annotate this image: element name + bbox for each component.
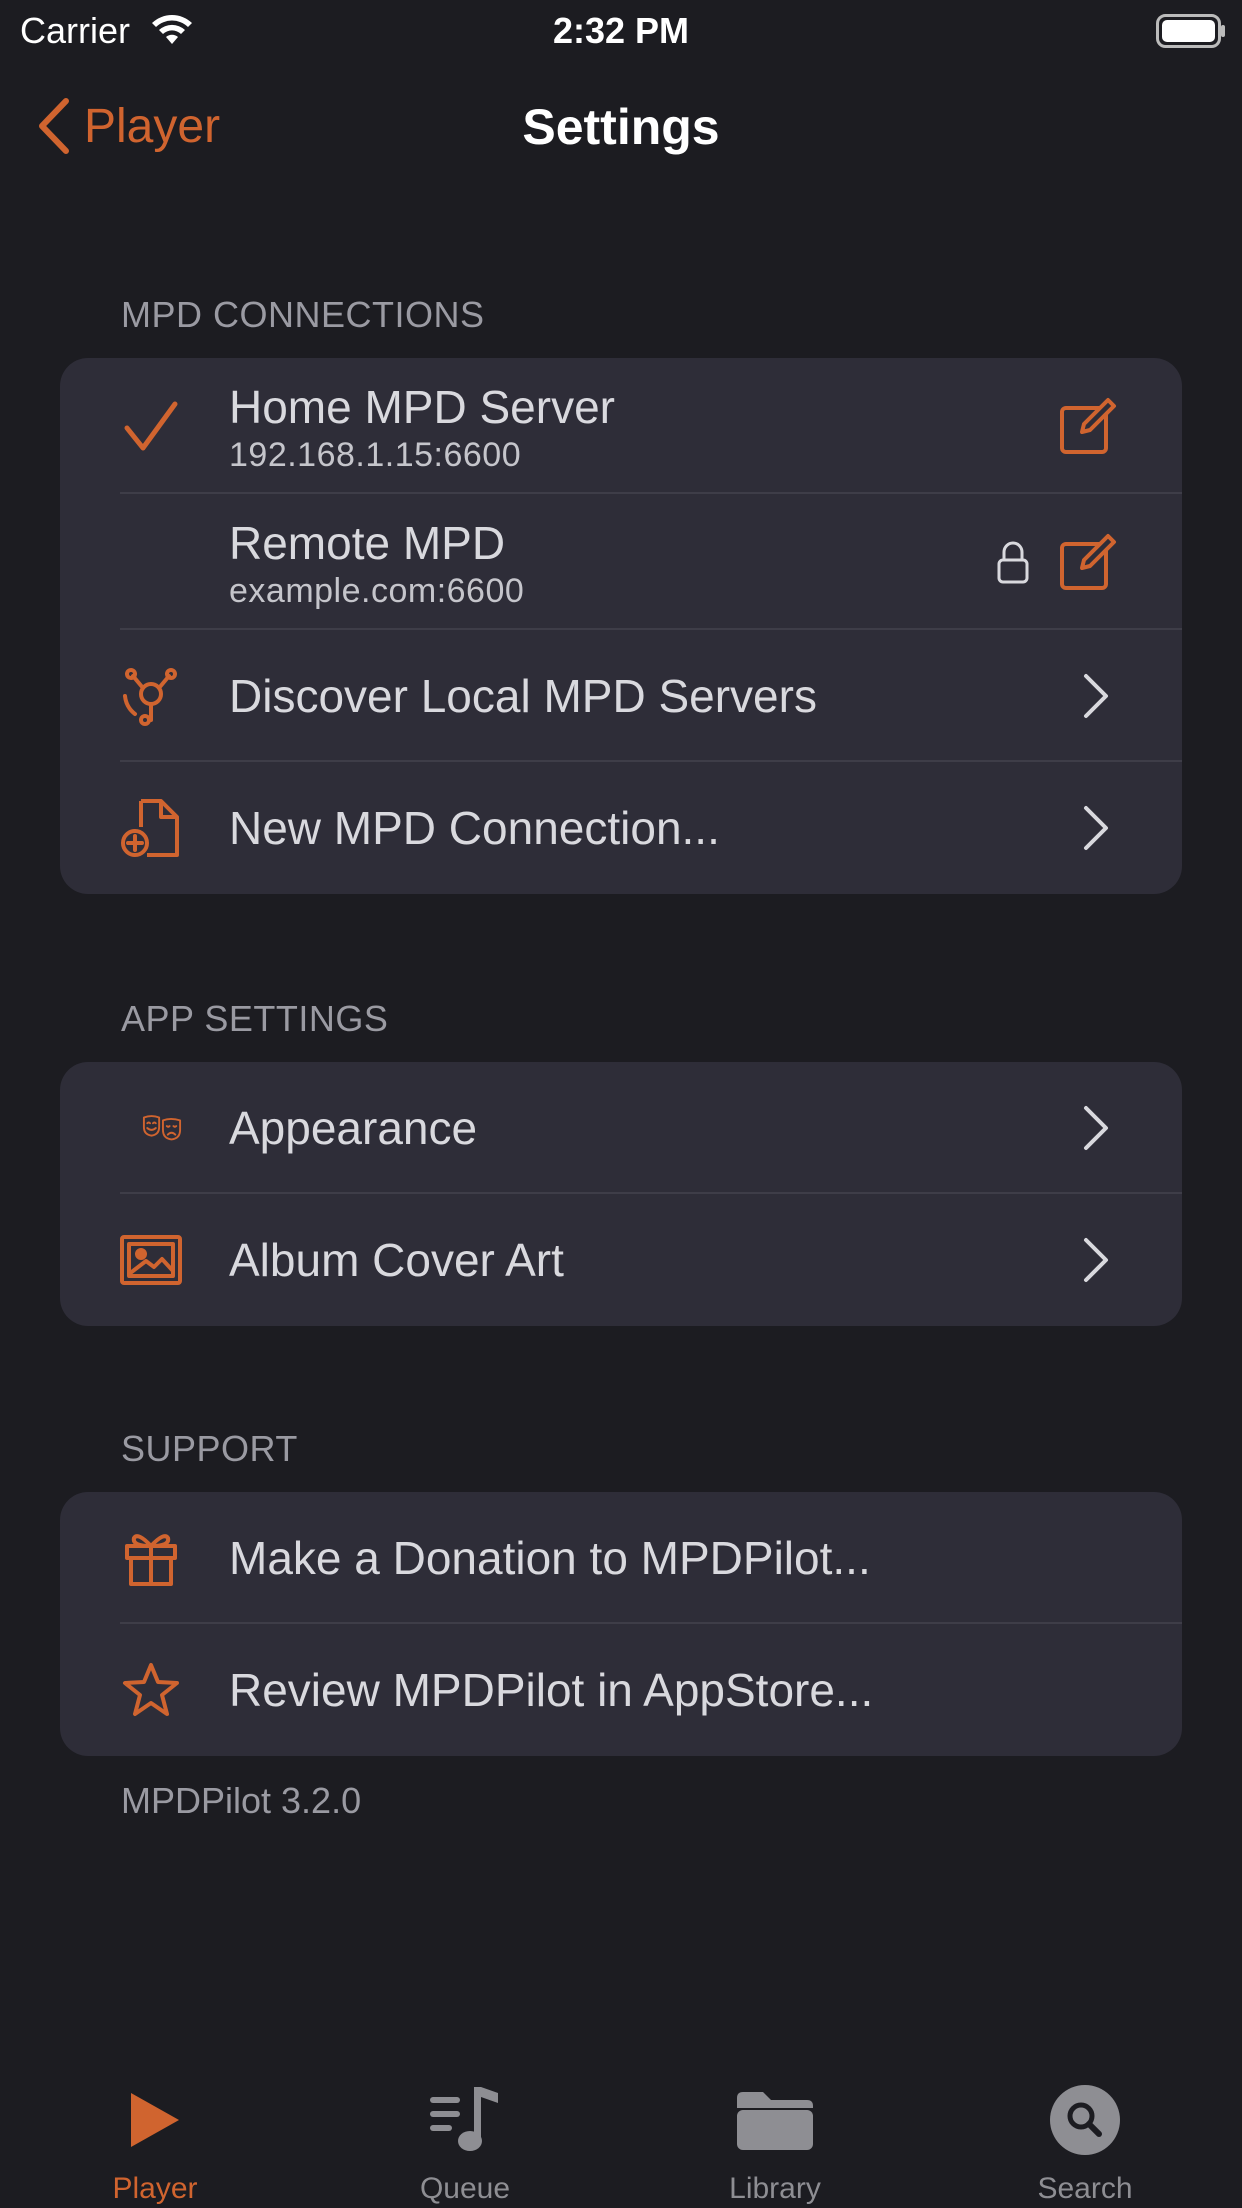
donation-label: Make a Donation to MPDPilot... [229, 1532, 871, 1584]
review-label: Review MPDPilot in AppStore... [229, 1664, 874, 1716]
appearance-label: Appearance [229, 1102, 478, 1154]
chevron-right-icon [1084, 674, 1108, 718]
server-row-remote[interactable]: Remote MPD example.com:6600 [60, 494, 1182, 630]
folder-icon [735, 2082, 815, 2158]
tab-library[interactable]: Library [620, 2060, 930, 2208]
play-icon [115, 2082, 195, 2158]
section-header-connections: MPD CONNECTIONS [121, 294, 485, 335]
queue-icon [425, 2082, 505, 2158]
support-group: Make a Donation to MPDPilot... Review MP… [60, 1492, 1182, 1756]
server-address: 192.168.1.15:6600 [229, 436, 522, 474]
edit-icon[interactable] [1058, 396, 1118, 456]
server-row-home[interactable]: Home MPD Server 192.168.1.15:6600 [60, 358, 1182, 494]
album-art-row[interactable]: Album Cover Art [60, 1194, 1182, 1326]
app-version: MPDPilot 3.2.0 [121, 1780, 362, 1821]
new-document-icon [120, 797, 182, 859]
review-row[interactable]: Review MPDPilot in AppStore... [60, 1624, 1182, 1756]
page-title: Settings [522, 99, 720, 155]
connections-group: Home MPD Server 192.168.1.15:6600 Remote… [60, 358, 1182, 894]
section-header-support: SUPPORT [121, 1428, 298, 1469]
status-time: 2:32 PM [552, 10, 690, 51]
navigation-bar: Player Settings [0, 80, 1242, 172]
battery-icon [1156, 14, 1225, 48]
tab-label: Player [112, 2172, 198, 2205]
gift-icon [120, 1527, 182, 1589]
server-name: Remote MPD [229, 517, 506, 569]
tab-queue[interactable]: Queue [310, 2060, 620, 2208]
edit-icon[interactable] [1058, 532, 1118, 592]
status-bar: Carrier 2:32 PM [0, 0, 1242, 62]
donation-row[interactable]: Make a Donation to MPDPilot... [60, 1492, 1182, 1624]
app-settings-group: Appearance Album Cover Art [60, 1062, 1182, 1326]
theater-masks-icon [120, 1097, 182, 1159]
discover-label: Discover Local MPD Servers [229, 670, 817, 722]
new-connection-row[interactable]: New MPD Connection... [60, 762, 1182, 894]
chevron-right-icon [1084, 806, 1108, 850]
album-art-label: Album Cover Art [229, 1234, 564, 1286]
tab-label: Queue [419, 2172, 511, 2205]
chevron-right-icon [1084, 1106, 1108, 1150]
search-icon [1045, 2082, 1125, 2158]
discover-servers-row[interactable]: Discover Local MPD Servers [60, 630, 1182, 762]
checkmark-icon [120, 395, 182, 457]
tab-label: Search [1037, 2172, 1133, 2205]
section-header-app-settings: APP SETTINGS [121, 998, 389, 1039]
star-icon [120, 1659, 182, 1721]
server-address: example.com:6600 [229, 572, 525, 610]
chevron-right-icon [1084, 1238, 1108, 1282]
appearance-row[interactable]: Appearance [60, 1062, 1182, 1194]
lock-icon [997, 541, 1029, 584]
server-name: Home MPD Server [229, 381, 615, 433]
tab-bar: Player Queue Library Search [0, 2060, 1242, 2208]
network-discover-icon [120, 665, 182, 727]
tab-label: Library [729, 2172, 821, 2205]
image-icon [120, 1229, 182, 1291]
new-connection-label: New MPD Connection... [229, 802, 720, 854]
tab-search[interactable]: Search [930, 2060, 1240, 2208]
tab-player[interactable]: Player [0, 2060, 310, 2208]
